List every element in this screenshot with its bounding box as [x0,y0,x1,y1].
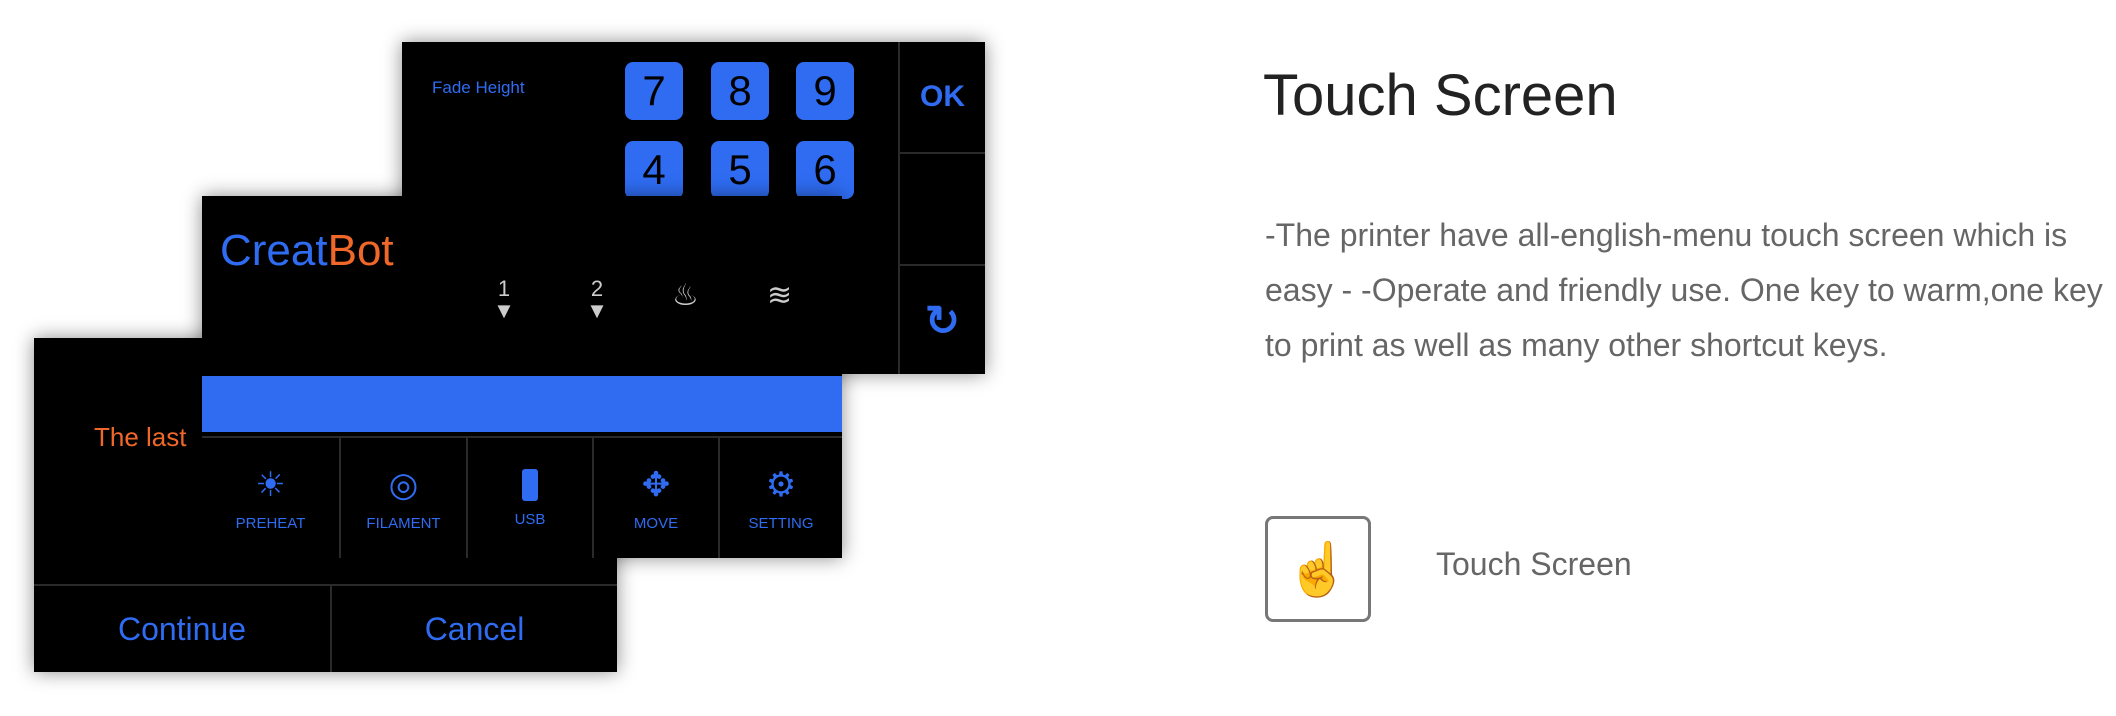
menu-move[interactable]: ✥ MOVE [594,438,718,558]
section-title: Touch Screen [1263,63,1618,128]
extruder-2-icon: 2 ▼ [586,276,608,323]
main-menu-screen: CreatBot 1 ▼ 2 ▼ ♨ ≋ ☀ PREHEAT ◎ FILAMENT US… [202,196,842,558]
menu-preheat[interactable]: ☀ PREHEAT [202,438,339,558]
progress-bar [202,376,842,432]
usb-icon [522,468,538,501]
section-description: -The printer have all-english-menu touch… [1265,217,2103,363]
refresh-icon[interactable]: ↻ [900,266,985,374]
key-5[interactable]: 5 [711,141,769,199]
key-7[interactable]: 7 [625,62,683,120]
filament-spool-icon: ◎ [388,465,419,504]
resume-message: The last [94,422,187,452]
move-arrows-icon: ✥ [641,465,671,504]
extruder-1-icon: 1 ▼ [493,276,515,323]
fan-icon: ≋ [767,279,793,312]
cancel-button[interactable]: Cancel [332,586,617,672]
sun-icon: ☀ [255,465,286,504]
key-4[interactable]: 4 [625,141,683,199]
gear-icon: ⚙ [765,465,797,504]
ok-button[interactable]: OK [900,42,985,152]
feature-label: Touch Screen [1436,546,1632,582]
touch-hand-icon: ☝ [1265,516,1371,622]
key-8[interactable]: 8 [711,62,769,120]
fade-height-label: Fade Height [432,78,525,97]
menu-filament[interactable]: ◎ FILAMENT [341,438,466,558]
key-9[interactable]: 9 [796,62,854,120]
menu-usb[interactable]: USB [468,438,592,558]
creatbot-logo: CreatBot [220,226,394,275]
continue-button[interactable]: Continue [34,586,330,672]
menu-setting[interactable]: ⚙ SETTING [720,438,842,558]
heated-bed-icon: ♨ [672,279,699,312]
key-6[interactable]: 6 [796,141,854,199]
